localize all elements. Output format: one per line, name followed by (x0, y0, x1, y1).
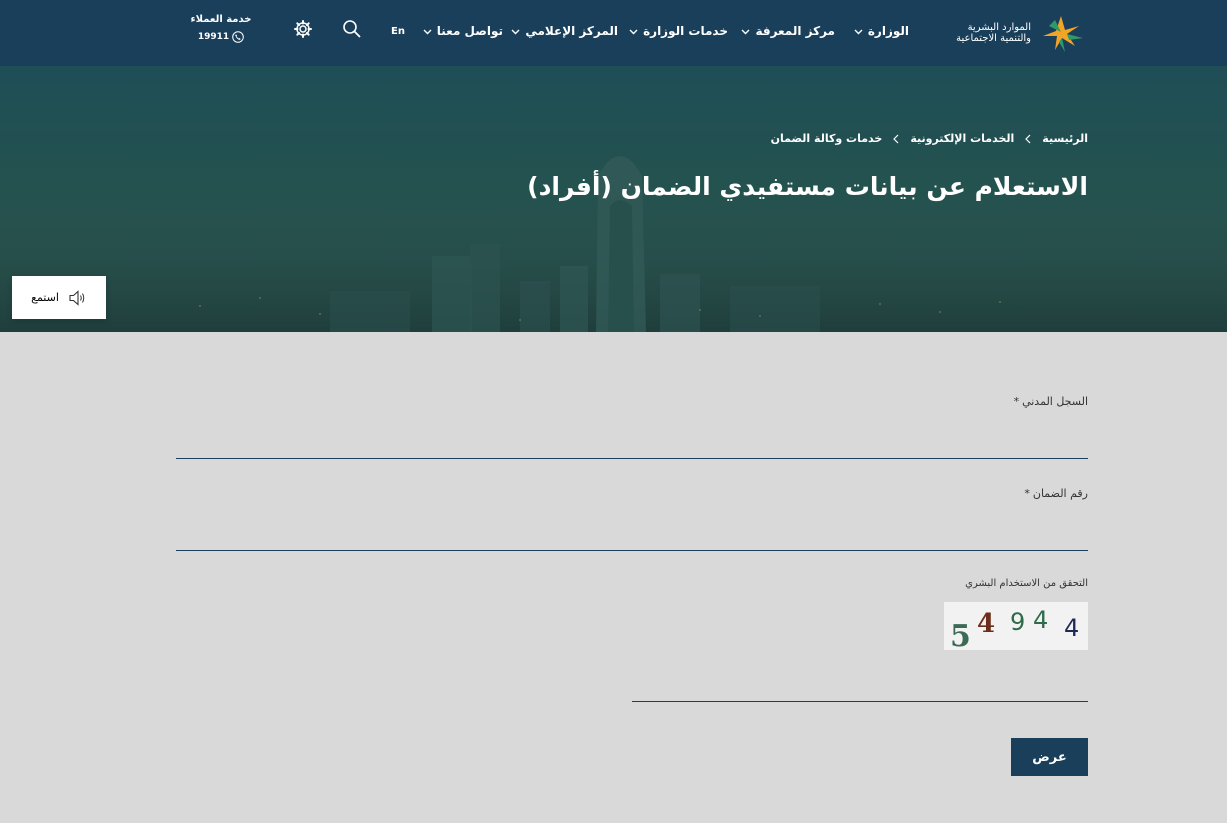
phone-icon (232, 31, 244, 43)
customer-service-number: 19911 (197, 32, 230, 42)
logo-text: الموارد البشرية والتنمية الاجتماعية (956, 22, 1031, 44)
breadcrumb-guarantee-services[interactable]: خدمات وكالة الضمان (771, 132, 883, 145)
breadcrumb-home[interactable]: الرئيسية (1042, 132, 1088, 145)
language-toggle[interactable]: En (391, 26, 405, 37)
top-navigation-bar: الموارد البشرية والتنمية الاجتماعية الوز… (0, 0, 1227, 66)
speaker-icon (69, 289, 85, 306)
ministry-logo[interactable]: الموارد البشرية والتنمية الاجتماعية (937, 12, 1087, 54)
captcha-digit-4: 4 (1033, 606, 1048, 634)
breadcrumb: الرئيسية الخدمات الإلكترونية خدمات وكالة… (771, 132, 1088, 145)
captcha-label: التحقق من الاستخدام البشري (965, 578, 1088, 589)
nav-ministry-services[interactable]: خدمات الوزارة (628, 24, 728, 38)
nav-ministry-services-label: خدمات الوزارة (643, 24, 728, 38)
submit-button[interactable]: عرض (1011, 738, 1088, 776)
chevron-left-icon (893, 134, 899, 143)
nav-contact-us-label: تواصل معنا (436, 24, 503, 38)
customer-service-label: خدمة العملاء (190, 14, 252, 25)
nav-media-center[interactable]: المركز الإعلامي (510, 24, 618, 38)
chevron-down-icon (511, 29, 520, 34)
guarantee-no-label-wrap: رقم الضمان* (1024, 487, 1088, 500)
listen-label: استمع (31, 291, 59, 304)
nav-media-center-label: المركز الإعلامي (525, 24, 618, 38)
logo-mark-icon (1043, 16, 1083, 52)
nav-contact-us[interactable]: تواصل معنا (422, 24, 503, 38)
logo-text-line1: الموارد البشرية (967, 22, 1031, 33)
guarantee-no-input[interactable] (176, 520, 1088, 551)
guarantee-no-label: رقم الضمان (1032, 487, 1088, 500)
chevron-down-icon (854, 29, 863, 34)
chevron-down-icon (423, 29, 432, 34)
logo-text-line2: والتنمية الاجتماعية (956, 33, 1031, 44)
chevron-down-icon (741, 29, 750, 34)
page-title: الاستعلام عن بيانات مستفيدي الضمان (أفرا… (527, 172, 1088, 201)
captcha-digit-3: 9 (1010, 608, 1025, 636)
required-mark: * (1024, 487, 1030, 500)
captcha-digit-2: 4 (977, 609, 995, 639)
nav-knowledge-center-label: مركز المعرفة (755, 24, 835, 38)
customer-service-number-wrap: 19911 (188, 31, 254, 43)
required-mark: * (1013, 395, 1020, 408)
nav-ministry-label: الوزارة (867, 24, 909, 38)
nav-knowledge-center[interactable]: مركز المعرفة (740, 24, 835, 38)
civil-id-label-wrap: السجل المدني* (1014, 395, 1088, 408)
captcha-image: 5 4 9 4 4 (944, 602, 1088, 650)
hero-banner: الرئيسية الخدمات الإلكترونية خدمات وكالة… (0, 66, 1227, 332)
gear-icon[interactable] (293, 19, 313, 39)
civil-id-input[interactable] (176, 428, 1088, 459)
captcha-digit-1: 5 (950, 619, 971, 650)
search-icon[interactable] (342, 19, 362, 39)
nav-ministry[interactable]: الوزارة (853, 24, 909, 38)
breadcrumb-e-services[interactable]: الخدمات الإلكترونية (910, 132, 1014, 145)
captcha-input[interactable] (632, 671, 1088, 702)
customer-service[interactable]: خدمة العملاء 19911 (188, 14, 254, 43)
captcha-digit-5: 4 (1064, 614, 1079, 642)
chevron-down-icon (629, 29, 638, 34)
civil-id-label: السجل المدني (1022, 395, 1088, 408)
listen-button[interactable]: استمع (12, 276, 106, 319)
chevron-left-icon (1025, 134, 1031, 143)
